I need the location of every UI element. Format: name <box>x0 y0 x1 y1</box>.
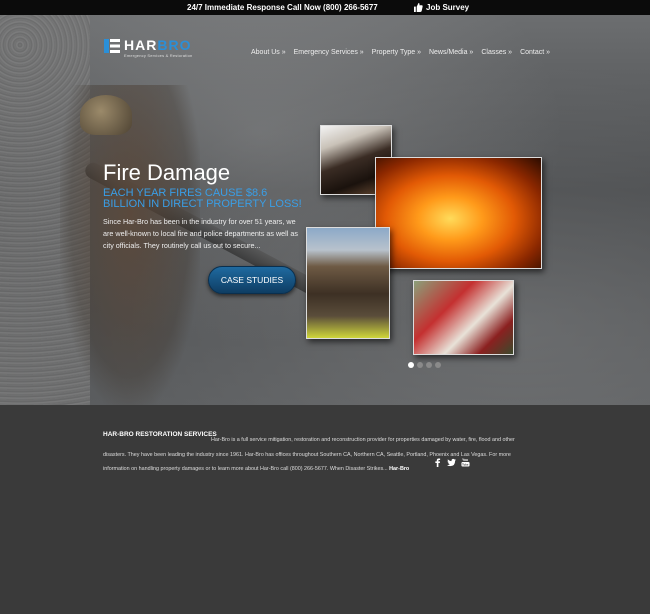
slider-dot-1[interactable] <box>408 362 414 368</box>
slider-pagination <box>408 362 441 368</box>
har-bro-logo[interactable]: HARBRO Emergency Services & Restoration <box>104 38 192 58</box>
job-survey-link[interactable]: Job Survey <box>414 0 469 15</box>
emergency-phone-text[interactable]: 24/7 Immediate Response Call Now (800) 2… <box>187 0 378 15</box>
fire-truck-photo <box>413 280 514 355</box>
svg-text:You: You <box>462 458 468 462</box>
youtube-icon[interactable]: You Tube <box>461 458 470 467</box>
hero-subtitle: EACH YEAR FIRES CAUSE $8.6 BILLION IN DI… <box>103 187 302 210</box>
nav-about-us[interactable]: About Us » <box>251 49 286 56</box>
nav-contact[interactable]: Contact » <box>520 49 550 56</box>
nav-emergency-services[interactable]: Emergency Services » <box>294 49 364 56</box>
hero-description: Since Har-Bro has been in the industry f… <box>103 217 298 250</box>
job-survey-label: Job Survey <box>426 3 470 12</box>
twitter-icon[interactable] <box>447 458 456 467</box>
slider-dot-2[interactable] <box>417 362 423 368</box>
burned-building-photo <box>306 227 390 339</box>
top-bar: 24/7 Immediate Response Call Now (800) 2… <box>0 0 650 15</box>
case-studies-button[interactable]: CASE STUDIES <box>208 266 296 294</box>
thumbs-up-icon <box>414 3 423 12</box>
hero-banner <box>0 15 650 405</box>
nav-classes[interactable]: Classes » <box>481 49 512 56</box>
slider-dot-3[interactable] <box>426 362 432 368</box>
footer-brand: Har-Bro <box>389 466 410 472</box>
logo-mark-icon <box>104 39 120 53</box>
nav-news-media[interactable]: News/Media » <box>429 49 473 56</box>
logo-text-bro: BRO <box>157 37 192 53</box>
logo-text-har: HAR <box>124 37 158 53</box>
logo-tagline: Emergency Services & Restoration <box>124 53 193 58</box>
logo-wordmark: HARBRO <box>124 38 192 52</box>
social-links: You Tube <box>433 458 470 467</box>
facebook-icon[interactable] <box>433 458 442 467</box>
main-navigation: About Us » Emergency Services » Property… <box>251 49 550 56</box>
hero-title: Fire Damage <box>103 160 231 185</box>
fire-flames-photo <box>375 157 542 269</box>
nav-property-type[interactable]: Property Type » <box>372 49 421 56</box>
svg-text:Tube: Tube <box>462 462 469 466</box>
footer-body: Har-Bro is a full service mitigation, re… <box>103 433 538 477</box>
slider-dot-4[interactable] <box>435 362 441 368</box>
firefighter-helmet-image <box>80 95 132 135</box>
